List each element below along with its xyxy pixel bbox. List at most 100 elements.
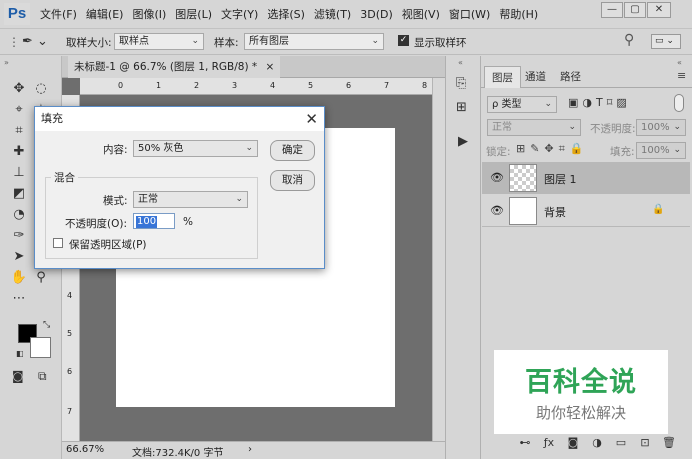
group-icon[interactable]: ▭ xyxy=(613,436,629,449)
opacity-input[interactable]: 100 xyxy=(133,213,175,229)
contents-label: 内容: xyxy=(103,144,128,156)
dialog-titlebar[interactable]: 填充 ✕ xyxy=(35,107,324,131)
blur-tool-icon[interactable]: ◔ xyxy=(8,204,30,225)
lock-label: 锁定: xyxy=(486,146,511,158)
eye-icon[interactable]: 👁 xyxy=(490,204,504,217)
restore-button[interactable]: ▢ xyxy=(624,2,646,18)
close-icon[interactable]: ✕ xyxy=(305,107,318,131)
ruler-tick-label: 0 xyxy=(118,81,124,90)
fill-field[interactable]: 100% ⌄ xyxy=(636,142,686,159)
chevron-down-icon: ⌄ xyxy=(235,194,243,204)
layer-filter-select[interactable]: ρ 类型 ⌄ xyxy=(487,96,557,113)
layer-row[interactable]: 👁 背景 🔒 xyxy=(482,195,690,227)
workspace-switcher[interactable]: ▭ ⌄ xyxy=(651,34,681,49)
lock-icon: 🔒 xyxy=(652,204,665,215)
menu-view[interactable]: 视图(V) xyxy=(402,6,440,22)
crop-tool-icon[interactable]: ⌗ xyxy=(8,120,30,141)
swap-colors-icon[interactable]: ⤡ xyxy=(43,320,50,330)
layer-name[interactable]: 背景 xyxy=(544,204,566,220)
actions-play-icon[interactable]: ▶ xyxy=(458,134,468,149)
move-tool-icon[interactable]: ✥ xyxy=(8,78,30,99)
zoom-tool-icon[interactable]: ⚲ xyxy=(30,267,52,288)
pen-tool-icon[interactable]: ✑ xyxy=(8,225,30,246)
screen-mode-icon[interactable]: ⧉ xyxy=(38,369,47,384)
stamp-tool-icon[interactable]: ⊥ xyxy=(8,162,30,183)
menu-file[interactable]: 文件(F) xyxy=(40,6,77,22)
eyedropper-preset-icon[interactable]: ✒ ⌄ xyxy=(22,32,56,51)
blend-mode-select[interactable]: 正常 ⌄ xyxy=(487,119,581,136)
layer-opacity-field[interactable]: 100% ⌄ xyxy=(636,119,686,136)
show-ring-checkbox[interactable]: ✓ xyxy=(398,35,409,46)
menu-layer[interactable]: 图层(L) xyxy=(175,6,212,22)
cancel-button[interactable]: 取消 xyxy=(270,170,315,191)
ruler-tick-label: 4 xyxy=(67,291,73,300)
blend-group-label: 混合 xyxy=(51,170,78,185)
layer-name[interactable]: 图层 1 xyxy=(544,171,577,187)
healing-brush-icon[interactable]: ✚ xyxy=(8,141,30,162)
mask-icon[interactable]: ◙ xyxy=(565,436,581,449)
hand-tool-icon[interactable]: ✋ xyxy=(8,267,30,288)
vertical-scrollbar[interactable] xyxy=(432,78,445,441)
lasso-tool-icon[interactable]: ⌖ xyxy=(8,99,30,120)
ok-button[interactable]: 确定 xyxy=(270,140,315,161)
tab-paths[interactable]: 路径 xyxy=(553,66,588,88)
preserve-transparency-checkbox[interactable] xyxy=(53,238,63,248)
minimize-button[interactable]: — xyxy=(601,2,623,18)
close-window-button[interactable]: ✕ xyxy=(647,2,671,18)
eye-icon[interactable]: 👁 xyxy=(490,171,504,184)
sample-value: 所有图层 xyxy=(249,36,289,47)
sample-size-select[interactable]: 取样点 ⌄ xyxy=(114,33,204,50)
mode-label: 模式: xyxy=(103,195,128,207)
chevron-down-icon: ⌄ xyxy=(371,36,379,46)
document-tab[interactable]: 未标题-1 @ 66.7% (图层 1, RGB/8) * × xyxy=(68,56,281,78)
menu-edit[interactable]: 编辑(E) xyxy=(86,6,124,22)
quick-mask-icon[interactable]: ◙ xyxy=(12,369,24,383)
menu-type[interactable]: 文字(Y) xyxy=(221,6,258,22)
ellipse-marquee-icon[interactable]: ◌ xyxy=(30,78,52,99)
collapse-arrows-icon[interactable]: » xyxy=(4,58,9,67)
menu-window[interactable]: 窗口(W) xyxy=(449,6,490,22)
contents-select[interactable]: 50% 灰色 ⌄ xyxy=(133,140,258,157)
default-colors-icon[interactable]: ◧ xyxy=(16,349,24,358)
properties-panel-icon[interactable]: ⊞ xyxy=(456,100,467,115)
layer-opacity-value: 100% xyxy=(641,122,670,133)
path-select-icon[interactable]: ➤ xyxy=(8,246,30,267)
menu-help[interactable]: 帮助(H) xyxy=(499,6,538,22)
opacity-unit: % xyxy=(183,216,193,228)
menu-3d[interactable]: 3D(D) xyxy=(360,8,393,21)
fill-value: 100% xyxy=(641,145,670,156)
mode-select[interactable]: 正常 ⌄ xyxy=(133,191,248,208)
eraser-tool-icon[interactable]: ◩ xyxy=(8,183,30,204)
trash-icon[interactable]: 🗑 xyxy=(661,436,677,449)
fx-icon[interactable]: ƒx xyxy=(541,436,557,449)
zoom-level[interactable]: 66.67% xyxy=(66,444,104,455)
panel-menu-icon[interactable]: ≡ xyxy=(677,69,686,82)
mode-value: 正常 xyxy=(138,194,158,205)
close-tab-icon[interactable]: × xyxy=(266,61,275,73)
more-tools-icon[interactable]: ⋯ xyxy=(8,288,30,309)
status-chevron-icon[interactable]: › xyxy=(248,444,252,455)
options-bar: ⋮ ✒ ⌄ 取样大小: 取样点 ⌄ 样本: 所有图层 ⌄ ✓ 显示取样环 ⚲ ▭ ⌄ xyxy=(0,28,692,55)
background-color-swatch[interactable] xyxy=(30,337,51,358)
lock-icons[interactable]: ⊞✎✥⌗🔒 xyxy=(516,142,589,156)
collapsed-panels: « ⎘ ⊞ ▶ xyxy=(445,56,481,459)
filter-toggle[interactable] xyxy=(674,94,684,112)
search-icon[interactable]: ⚲ xyxy=(624,32,634,48)
menu-filter[interactable]: 滤镜(T) xyxy=(314,6,351,22)
menu-image[interactable]: 图像(I) xyxy=(132,6,166,22)
layer-row[interactable]: 👁 图层 1 xyxy=(482,162,690,194)
sample-select[interactable]: 所有图层 ⌄ xyxy=(244,33,384,50)
ruler-tick-label: 7 xyxy=(67,407,73,416)
chevron-down-icon: ⌄ xyxy=(191,36,199,46)
link-icon[interactable]: ⊷ xyxy=(517,436,533,449)
adjustment-icon[interactable]: ◑ xyxy=(589,436,605,449)
horizontal-ruler: 0 1 2 3 4 5 6 7 8 xyxy=(80,78,432,95)
new-layer-icon[interactable]: ⊡ xyxy=(637,436,653,449)
tab-layers[interactable]: 图层 xyxy=(484,66,521,88)
menu-select[interactable]: 选择(S) xyxy=(267,6,305,22)
ruler-tick-label: 6 xyxy=(67,367,73,376)
tab-channels[interactable]: 通道 xyxy=(518,66,553,88)
layer-filter-icons[interactable]: ▣◑T⌑▨ xyxy=(568,96,631,109)
history-panel-icon[interactable]: ⎘ xyxy=(456,76,466,91)
collapse-arrows-icon[interactable]: « xyxy=(458,58,463,67)
